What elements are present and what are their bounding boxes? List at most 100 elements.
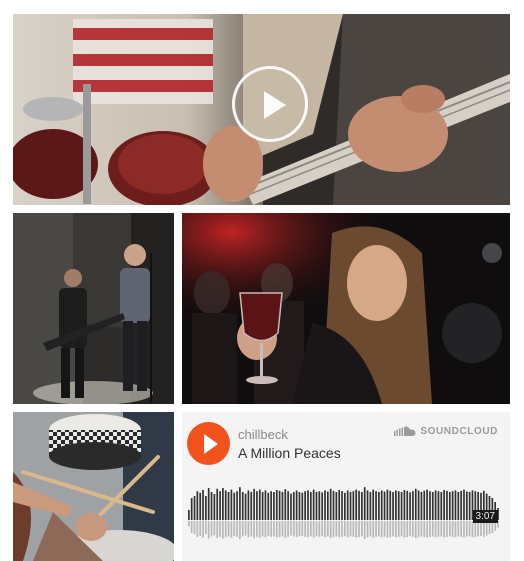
waveform-bar-reflection: [363, 521, 366, 540]
waveform-bar-reflection: [349, 521, 352, 537]
waveform-bar-reflection: [275, 521, 278, 538]
waveform-bar-reflection: [332, 521, 335, 538]
waveform-bar-reflection: [295, 521, 298, 538]
waveform-bar: [460, 490, 462, 520]
waveform-bar: [426, 489, 428, 520]
waveform-bar-reflection: [392, 521, 394, 537]
waveform-bar-reflection: [372, 521, 375, 538]
waveform-bar-reflection: [292, 521, 295, 537]
waveform-bar: [292, 492, 295, 520]
waveform-bar: [213, 494, 216, 520]
waveform-bar-reflection: [270, 521, 272, 537]
waveform-bar-reflection: [324, 521, 326, 538]
track-duration: 3:07: [472, 510, 498, 523]
waveform-bar-reflection: [341, 521, 343, 537]
waveform-bar: [239, 487, 241, 520]
waveform-bar-reflection: [239, 521, 241, 540]
waveform-bar-reflection: [312, 521, 315, 538]
soundcloud-player[interactable]: chillbeck A Million Peaces SOUNDCLOUD 3:…: [182, 412, 510, 561]
waveform-bar: [395, 490, 397, 520]
waveform-bar: [329, 488, 332, 520]
waveform-bar: [233, 492, 236, 520]
waveform-bar: [446, 490, 448, 520]
waveform-bar-reflection: [219, 521, 221, 537]
waveform-bar-reflection: [383, 521, 386, 537]
waveform-bar: [346, 490, 349, 520]
waveform-bar: [309, 492, 312, 520]
waveform-bar: [420, 492, 423, 520]
waveform-bar-reflection: [253, 521, 255, 539]
waveform-bar-reflection: [247, 521, 250, 538]
waveform-bar: [284, 489, 287, 520]
waveform-bar-reflection: [375, 521, 377, 537]
waveform-bar-reflection: [326, 521, 329, 537]
waveform-bar: [468, 492, 471, 520]
waveform-bar-reflection: [190, 521, 193, 534]
waveform-bar-reflection: [358, 521, 360, 538]
waveform-bar-reflection: [434, 521, 437, 538]
waveform-bar: [355, 489, 358, 520]
waveform-bar-reflection: [412, 521, 414, 537]
waveform-bar-reflection: [188, 521, 190, 527]
waveform-bar-reflection: [443, 521, 445, 538]
waveform-bar-reflection: [233, 521, 236, 536]
waveform-bar: [352, 491, 355, 520]
waveform-bar: [241, 492, 244, 520]
waveform-bar: [403, 490, 406, 520]
waveform-bar: [440, 492, 443, 520]
waveform-bar-reflection: [460, 521, 462, 538]
waveform-bar-reflection: [298, 521, 301, 537]
waveform-bar-reflection: [315, 521, 318, 537]
track-play-button[interactable]: [187, 422, 230, 465]
play-icon: [204, 434, 218, 454]
waveform-bar: [431, 492, 434, 520]
waveform-bar-reflection: [281, 521, 284, 537]
waveform-bar: [270, 491, 272, 520]
waveform-bar: [375, 491, 377, 520]
waveform-bar: [443, 490, 445, 520]
video-thumbnail[interactable]: [13, 14, 510, 205]
play-button[interactable]: [232, 66, 308, 142]
waveform-bar: [264, 490, 267, 520]
waveform-bar-reflection: [414, 521, 417, 539]
waveform-bar: [457, 492, 460, 520]
waveform-bar: [193, 496, 196, 520]
waveform-bar-reflection: [309, 521, 312, 537]
waveform-bar: [207, 488, 210, 520]
waveform-bar: [378, 492, 380, 520]
waveform-bar-reflection: [417, 521, 420, 538]
waveform-bar-reflection: [304, 521, 306, 537]
waveform-bar: [409, 492, 411, 520]
waveform-bar-reflection: [207, 521, 210, 539]
waveform-bar-reflection: [224, 521, 227, 538]
waveform-bar-reflection: [366, 521, 369, 538]
waveform-bar-reflection: [457, 521, 460, 537]
waveform-bar: [332, 490, 335, 520]
waveform-bar: [386, 489, 389, 520]
waveform-bar: [338, 490, 341, 520]
waveform-bar-reflection: [429, 521, 431, 537]
waveform-bar: [326, 491, 329, 520]
artist-name[interactable]: chillbeck: [238, 427, 288, 442]
waveform-bar: [400, 492, 403, 520]
waveform-bar: [250, 492, 253, 520]
track-title[interactable]: A Million Peaces: [238, 445, 341, 461]
waveform-bar: [253, 488, 255, 520]
waveform-bar: [307, 490, 309, 520]
waveform-bar: [196, 491, 199, 520]
waveform-bar-reflection: [420, 521, 423, 537]
band-live-photo: [13, 213, 174, 404]
waveform-bar-reflection: [284, 521, 287, 538]
waveform-bar-reflection: [244, 521, 247, 536]
waveform-bar: [454, 490, 457, 520]
waveform-bar: [321, 492, 324, 520]
waveform-bar-reflection: [426, 521, 428, 538]
waveform-bar-reflection: [380, 521, 383, 538]
waveform-bar-reflection: [287, 521, 289, 537]
soundcloud-logo[interactable]: SOUNDCLOUD: [394, 426, 498, 437]
waveform-bar: [222, 488, 224, 520]
waveform-bar-reflection: [213, 521, 216, 536]
waveform[interactable]: [188, 478, 500, 548]
waveform-bar: [244, 493, 247, 520]
waveform-bar-reflection: [448, 521, 451, 537]
